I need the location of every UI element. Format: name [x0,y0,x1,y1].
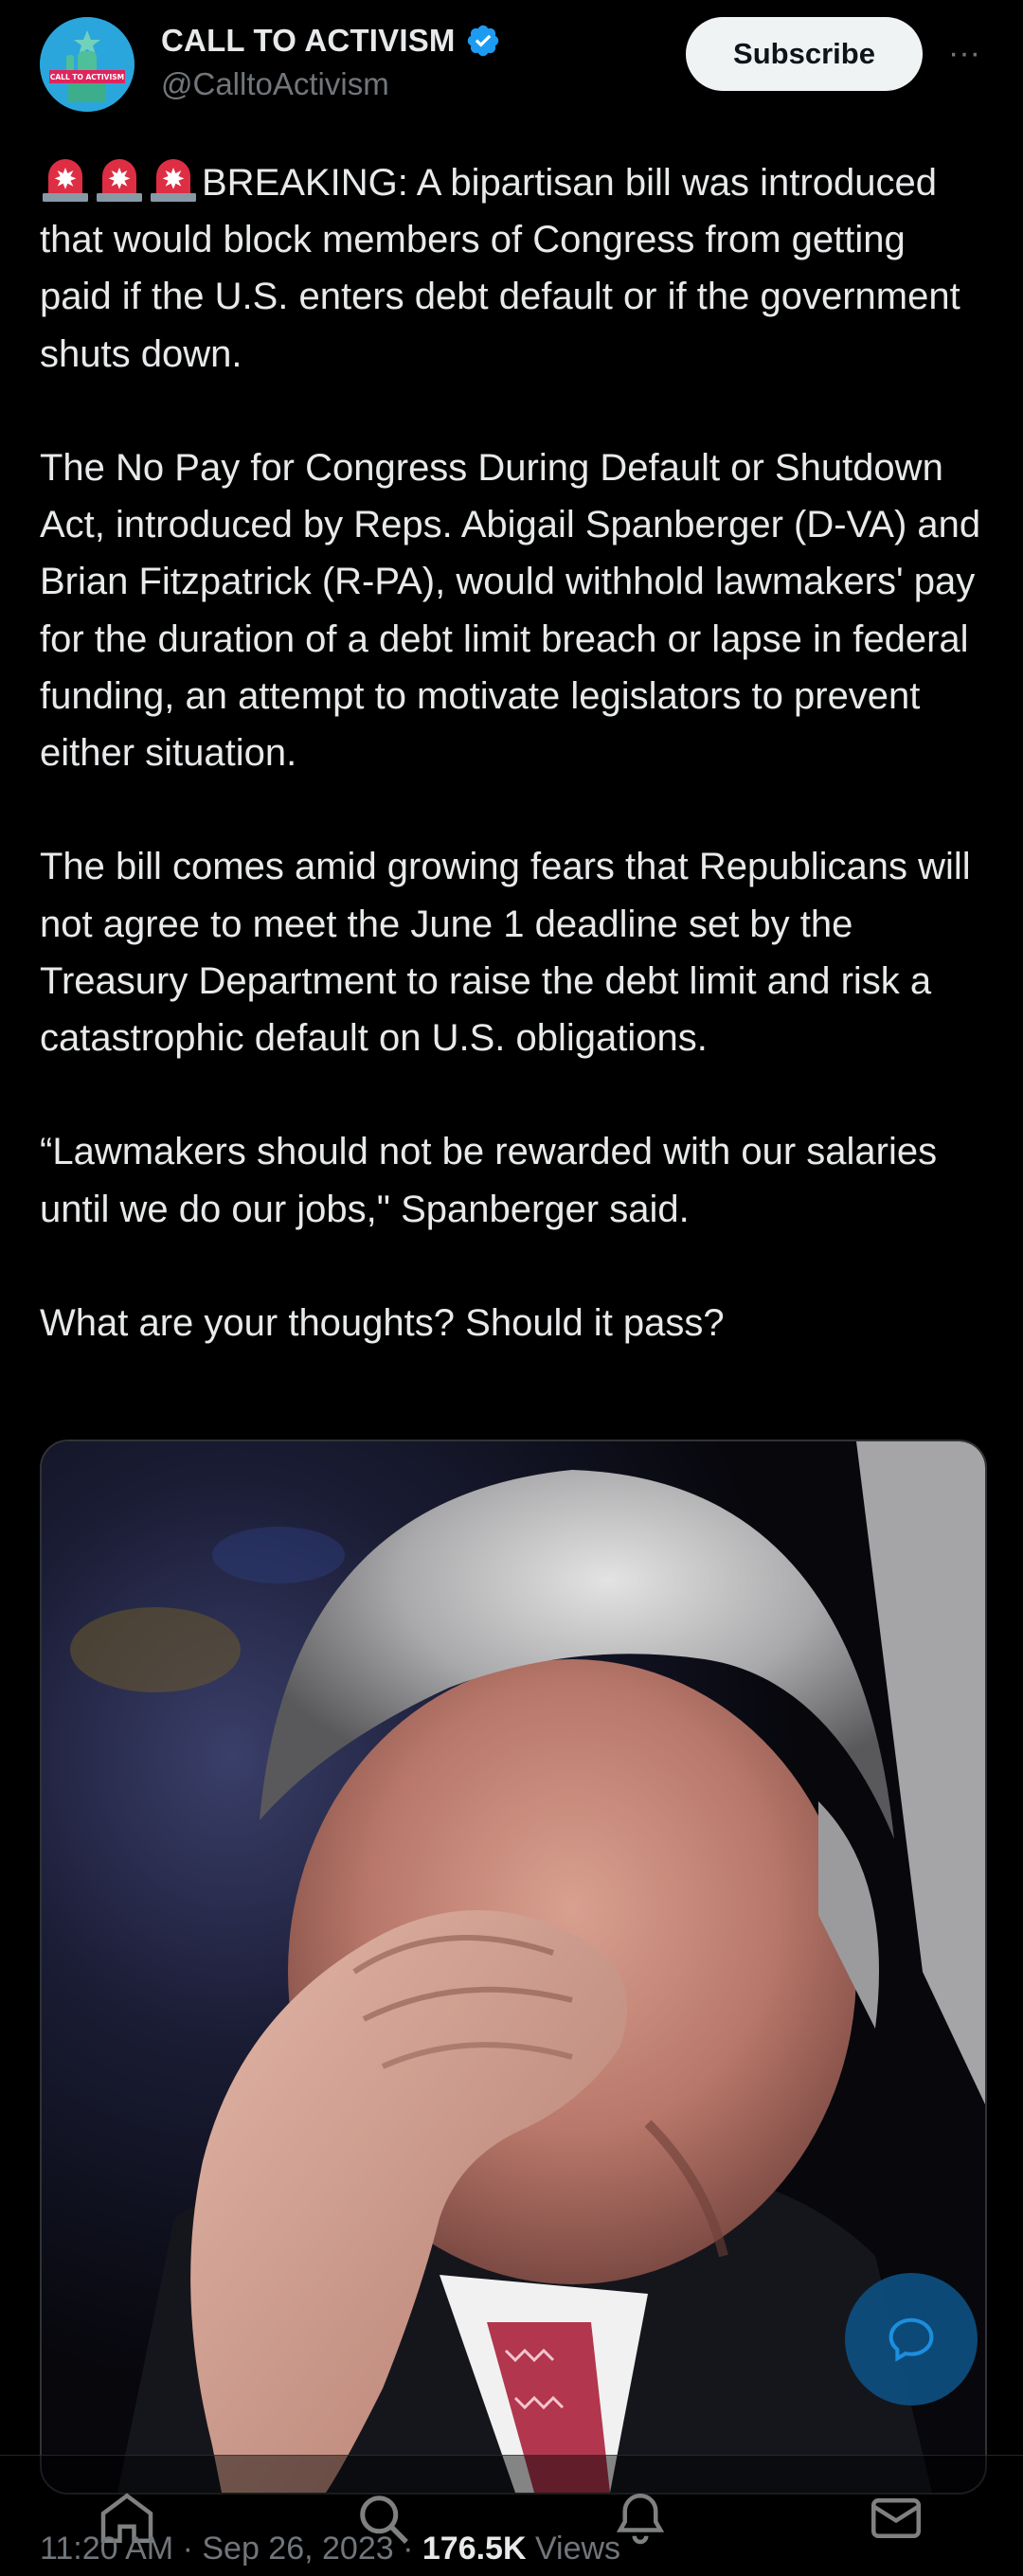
display-name[interactable]: CALL TO ACTIVISM [161,23,456,59]
tweet-paragraph-4: “Lawmakers should not be rewarded with o… [40,1131,938,1230]
reply-fab-button[interactable] [845,2273,978,2406]
subscribe-button[interactable]: Subscribe [686,17,923,91]
photo-man-facepalm [42,1441,985,2493]
siren-icon [151,159,196,202]
views-label: Views [534,2531,621,2567]
meta-separator: · [173,2531,203,2567]
messages-icon[interactable] [868,2490,924,2547]
verified-badge-icon [467,25,498,57]
tweet-paragraph-1: BREAKING: A bipartisan bill was introduc… [40,153,987,383]
avatar-image: CALL TO ACTIVISM [40,17,135,112]
tweet-header: CALL TO ACTIVISM CALL TO ACTIVISM @Callt… [40,17,987,112]
tweet-paragraph-5: What are your thoughts? Should it pass? [40,1302,725,1344]
meta-separator: · [393,2531,422,2567]
tweet-text: BREAKING: A bipartisan bill was introduc… [40,153,987,1408]
handle[interactable]: @CalltoActivism [161,66,389,102]
views-count: 176.5K [422,2531,527,2567]
more-icon[interactable]: ··· [945,36,983,70]
siren-icon [97,159,142,202]
avatar[interactable]: CALL TO ACTIVISM [40,17,135,112]
tweet-meta: 11:20 AM · Sep 26, 2023 · 176.5K Views [40,2531,620,2567]
avatar-text: CALL TO ACTIVISM [50,73,124,81]
tweet-date[interactable]: Sep 26, 2023 [202,2531,393,2567]
siren-icon [43,159,88,202]
tweet-paragraph-3: The bill comes amid growing fears that R… [40,846,971,1060]
reply-fab-icon [888,2317,934,2362]
name-row: CALL TO ACTIVISM [161,23,501,59]
tweet-time[interactable]: 11:20 AM [40,2531,173,2567]
tweet-paragraph-2: The No Pay for Congress During Default o… [40,447,981,775]
